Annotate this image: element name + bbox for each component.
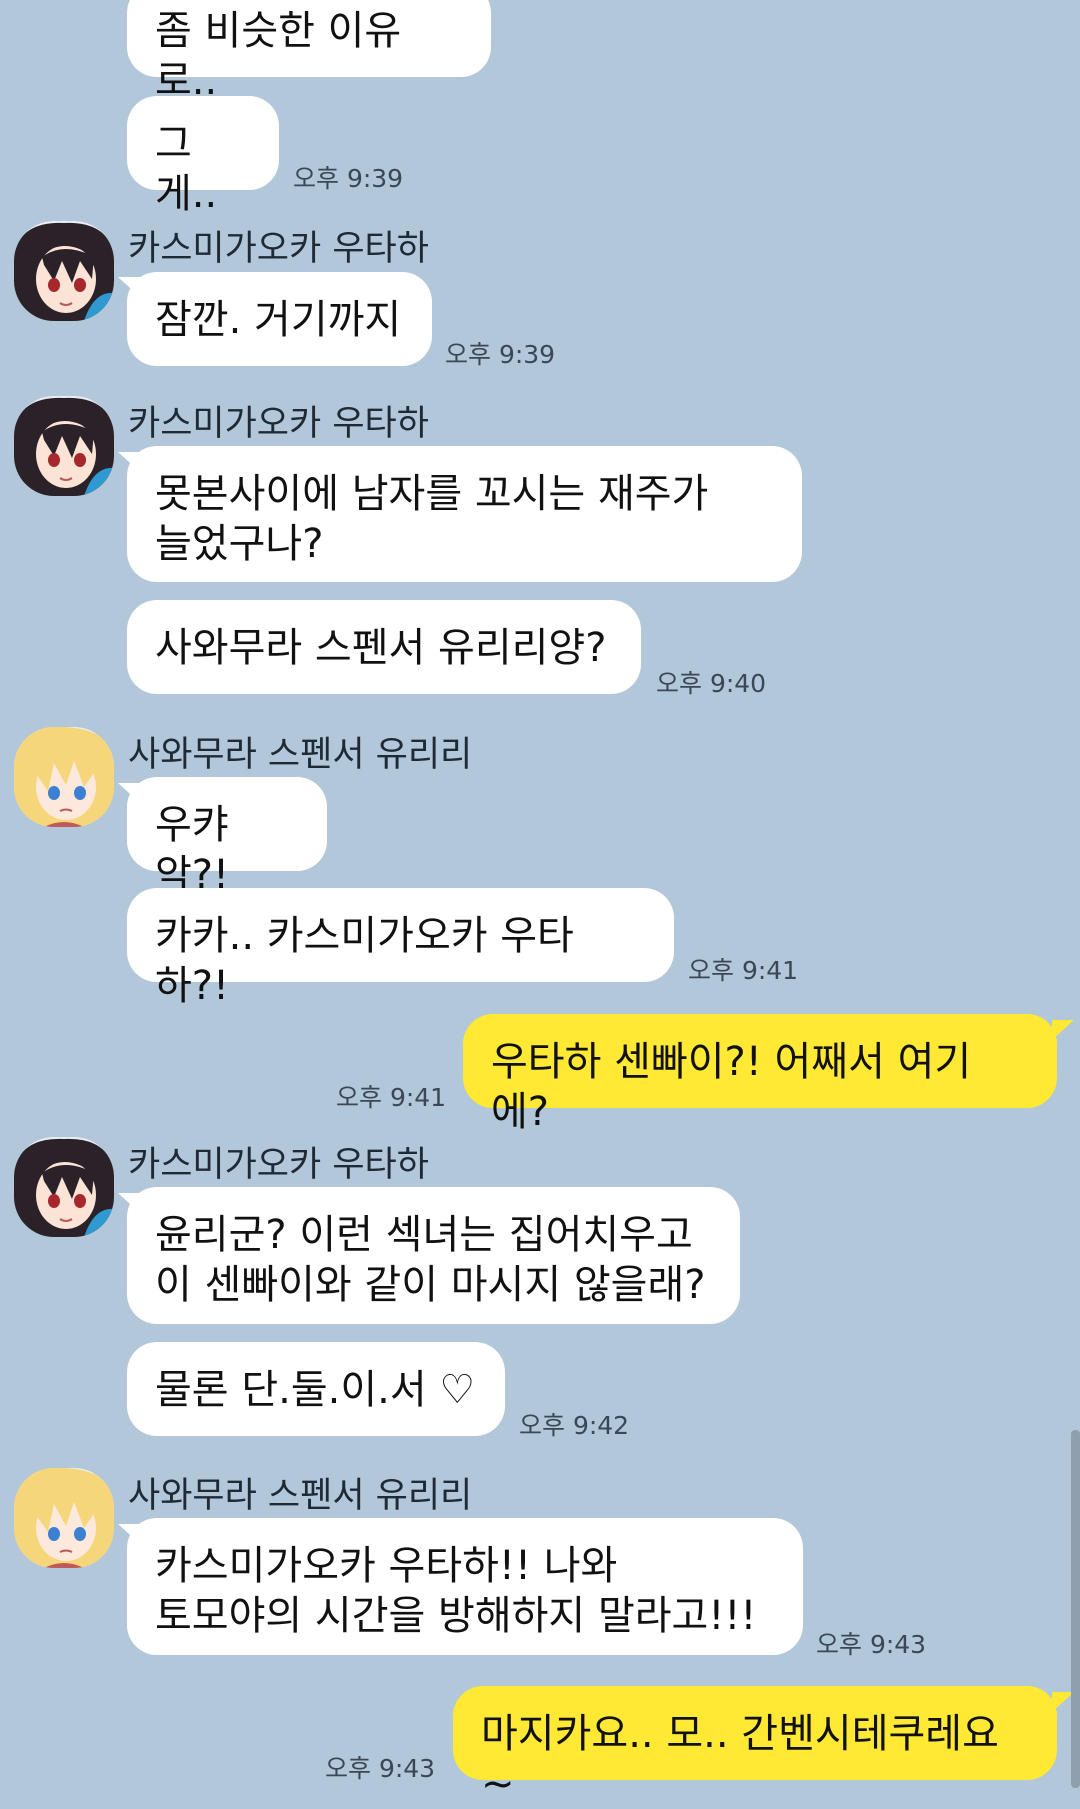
profile-avatar-utaha[interactable] <box>14 1137 114 1237</box>
message-time: 오후 9:40 <box>656 669 767 698</box>
sender-name: 카스미가오카 우타하 <box>128 404 429 444</box>
message-bubble[interactable]: 잠깐. 거기까지 <box>127 272 432 366</box>
message-bubble[interactable]: 그게.. <box>127 96 279 217</box>
sender-name: 카스미가오카 우타하 <box>128 229 429 269</box>
profile-avatar-utaha[interactable] <box>14 396 114 496</box>
bubble-tail <box>1052 1020 1074 1040</box>
my-message-bubble[interactable]: 우타하 센빠이?! 어째서 여기에? <box>463 1014 1057 1135</box>
scrollbar[interactable] <box>1071 1430 1080 1788</box>
message-time: 오후 9:39 <box>293 164 404 193</box>
sender-name: 사와무라 스펜서 유리리 <box>128 735 473 775</box>
message-bubble[interactable]: 윤리군? 이런 섹녀는 집어치우고 이 센빠이와 같이 마시지 않을래? <box>127 1187 740 1324</box>
message-time: 오후 9:41 <box>688 956 799 985</box>
message-time: 오후 9:39 <box>445 340 556 369</box>
message-bubble[interactable]: 사와무라 스펜서 유리리양? <box>127 600 641 694</box>
message-bubble[interactable]: 우캬악?! <box>127 777 327 898</box>
message-bubble[interactable]: 못본사이에 남자를 꼬시는 재주가 늘었구나? <box>127 446 802 582</box>
profile-avatar-eriri[interactable] <box>14 1468 114 1568</box>
message-bubble[interactable]: 물론 단.둘.이.서 ♡ <box>127 1342 505 1436</box>
profile-avatar-eriri[interactable] <box>14 727 114 827</box>
message-bubble[interactable]: 카카.. 카스미가오카 우타하?! <box>127 888 674 1009</box>
my-message-bubble[interactable]: 마지카요.. 모.. 간벤시테쿠레요~ <box>453 1686 1057 1807</box>
message-time: 오후 9:41 <box>336 1083 447 1112</box>
message-time: 오후 9:43 <box>325 1754 436 1783</box>
message-bubble[interactable]: 카스미가오카 우타하!! 나와 토모야의 시간을 방해하지 말라고!!! <box>127 1518 803 1655</box>
sender-name: 카스미가오카 우타하 <box>128 1145 429 1185</box>
message-time: 오후 9:43 <box>816 1630 927 1659</box>
profile-avatar-utaha[interactable] <box>14 221 114 321</box>
sender-name: 사와무라 스펜서 유리리 <box>128 1476 473 1516</box>
message-time: 오후 9:42 <box>519 1411 630 1440</box>
message-bubble[interactable]: 좀 비슷한 이유로.. <box>127 0 491 104</box>
chat-room[interactable]: 좀 비슷한 이유로.. 그게.. 오후 9:39 카스미가오카 우타하 잠깐. … <box>0 0 1080 1807</box>
